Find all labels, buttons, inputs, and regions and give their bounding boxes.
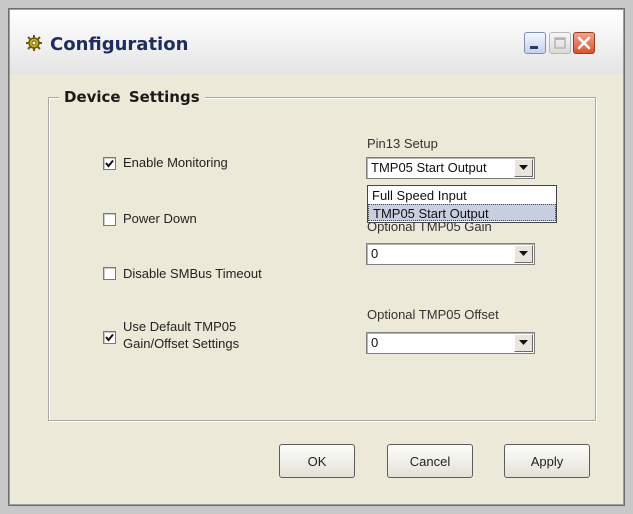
gain-dropdown-button[interactable]: [514, 245, 533, 263]
chevron-down-icon: [519, 165, 528, 170]
pin13-dropdown-button[interactable]: [514, 159, 533, 177]
pin13-setup-select[interactable]: TMP05 Start Output: [366, 157, 535, 179]
use-default-gain-offset-label-line1[interactable]: Use Default TMP05: [123, 318, 236, 335]
ok-button[interactable]: OK: [279, 444, 355, 478]
configuration-window: Configuration Device Settings Enable Mon…: [8, 8, 625, 506]
close-icon: [577, 36, 591, 50]
enable-monitoring-checkbox[interactable]: [103, 157, 116, 170]
maximize-icon: [554, 37, 566, 49]
checkmark-icon: [105, 333, 114, 342]
power-down-label[interactable]: Power Down: [123, 210, 197, 227]
app-gear-icon: [25, 34, 43, 52]
chevron-down-icon: [519, 340, 528, 345]
cancel-button[interactable]: Cancel: [387, 444, 473, 478]
offset-select[interactable]: 0: [366, 332, 535, 354]
pin13-options-list: Full Speed Input TMP05 Start Output: [367, 185, 557, 223]
gain-select[interactable]: 0: [366, 243, 535, 265]
offset-dropdown-button[interactable]: [514, 334, 533, 352]
maximize-button[interactable]: [549, 32, 571, 54]
option-tmp05-start-output[interactable]: TMP05 Start Output: [368, 204, 556, 221]
use-default-gain-offset-checkbox[interactable]: [103, 331, 116, 344]
minimize-icon: [530, 46, 538, 49]
close-button[interactable]: [573, 32, 595, 54]
offset-label: Optional TMP05 Offset: [367, 307, 499, 322]
disable-smbus-timeout-label[interactable]: Disable SMBus Timeout: [123, 265, 262, 282]
window-title: Configuration: [50, 34, 189, 55]
minimize-button[interactable]: [524, 32, 546, 54]
pin13-setup-value: TMP05 Start Output: [371, 160, 487, 175]
option-full-speed-input[interactable]: Full Speed Input: [368, 187, 556, 204]
power-down-checkbox[interactable]: [103, 213, 116, 226]
pin13-setup-label: Pin13 Setup: [367, 136, 438, 151]
enable-monitoring-label[interactable]: Enable Monitoring: [123, 154, 228, 171]
group-legend: Device Settings: [59, 88, 205, 106]
offset-value: 0: [371, 335, 379, 350]
gain-value: 0: [371, 246, 379, 261]
checkmark-icon: [105, 159, 114, 168]
use-default-gain-offset-label-line2[interactable]: Gain/Offset Settings: [123, 335, 239, 352]
title-bar[interactable]: Configuration: [10, 10, 623, 74]
chevron-down-icon: [519, 251, 528, 256]
disable-smbus-timeout-checkbox[interactable]: [103, 267, 116, 280]
apply-button[interactable]: Apply: [504, 444, 590, 478]
